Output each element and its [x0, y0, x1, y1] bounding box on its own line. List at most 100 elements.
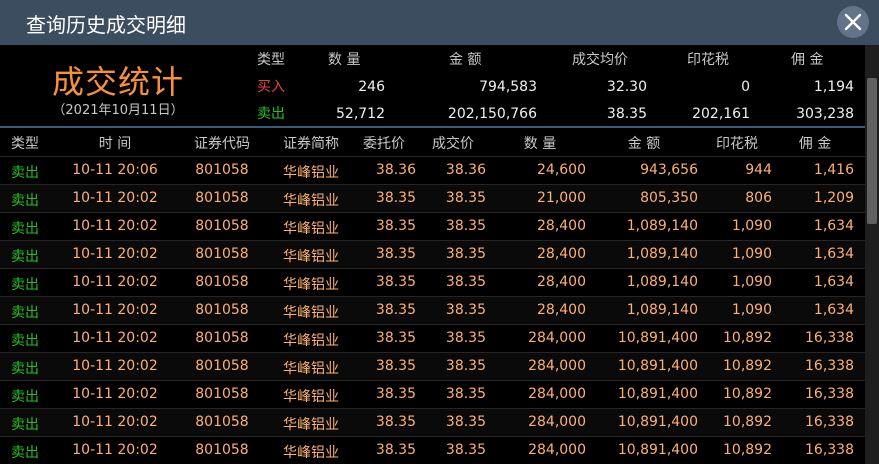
- cell-qty: 28,400: [537, 218, 586, 234]
- summary-buy-type: 买入: [257, 79, 285, 95]
- cell-code: 801058: [195, 330, 249, 346]
- cell-deal-price: 38.35: [445, 190, 486, 206]
- table-row[interactable]: 卖出 10-11 20:02 801058 华峰铝业 38.35 38.35 2…: [0, 436, 865, 464]
- column-header-deal-price[interactable]: 成交价: [420, 133, 486, 153]
- cell-order-price: 38.35: [375, 358, 416, 374]
- cell-name: 华峰铝业: [283, 361, 339, 377]
- table-row[interactable]: 卖出 10-11 20:02 801058 华峰铝业 38.35 38.35 2…: [0, 296, 865, 324]
- cell-amount: 1,089,140: [626, 302, 698, 318]
- cell-type: 卖出: [11, 249, 39, 265]
- summary-header-stamp: 印花税: [687, 52, 729, 68]
- summary-sell-commission: 303,238: [796, 106, 854, 122]
- cell-name: 华峰铝业: [283, 249, 339, 265]
- summary-heading: 成交统计: [51, 63, 184, 101]
- cell-time: 10-11 20:06: [72, 162, 158, 178]
- window-title: 查询历史成交明细: [26, 13, 186, 37]
- cell-time: 10-11 20:02: [72, 330, 158, 346]
- cell-qty: 24,600: [537, 162, 586, 178]
- cell-stamp: 806: [745, 190, 772, 206]
- table-row[interactable]: 卖出 10-11 20:02 801058 华峰铝业 38.35 38.35 2…: [0, 184, 865, 212]
- scrollbar-thumb[interactable]: [867, 78, 877, 224]
- summary-buy-amount: 794,583: [479, 79, 537, 95]
- cell-qty: 28,400: [537, 302, 586, 318]
- table-row[interactable]: 卖出 10-11 20:02 801058 华峰铝业 38.35 38.35 2…: [0, 324, 865, 352]
- table-row[interactable]: 卖出 10-11 20:06 801058 华峰铝业 38.36 38.36 2…: [0, 156, 865, 184]
- column-header-time[interactable]: 时 间: [54, 133, 176, 153]
- cell-commission: 1,634: [813, 246, 854, 262]
- cell-commission: 1,634: [813, 274, 854, 290]
- column-header-stamp[interactable]: 印花税: [702, 133, 772, 153]
- cell-stamp: 944: [745, 162, 772, 178]
- cell-name: 华峰铝业: [283, 445, 339, 461]
- cell-amount: 943,656: [640, 162, 698, 178]
- column-header-amount[interactable]: 金 额: [590, 133, 698, 153]
- cell-order-price: 38.35: [375, 246, 416, 262]
- cell-code: 801058: [195, 386, 249, 402]
- cell-time: 10-11 20:02: [72, 274, 158, 290]
- table-row[interactable]: 卖出 10-11 20:02 801058 华峰铝业 38.35 38.35 2…: [0, 352, 865, 380]
- cell-stamp: 10,892: [723, 330, 772, 346]
- cell-commission: 16,338: [805, 442, 854, 458]
- cell-order-price: 38.35: [375, 386, 416, 402]
- cell-amount: 10,891,400: [617, 386, 698, 402]
- cell-commission: 1,634: [813, 218, 854, 234]
- table-row[interactable]: 卖出 10-11 20:02 801058 华峰铝业 38.35 38.35 2…: [0, 380, 865, 408]
- summary-buy-commission: 1,194: [813, 79, 854, 95]
- cell-deal-price: 38.36: [445, 162, 486, 178]
- cell-time: 10-11 20:02: [72, 386, 158, 402]
- cell-stamp: 10,892: [723, 386, 772, 402]
- table-row[interactable]: 卖出 10-11 20:02 801058 华峰铝业 38.35 38.35 2…: [0, 408, 865, 436]
- cell-time: 10-11 20:02: [72, 414, 158, 430]
- cell-deal-price: 38.35: [445, 246, 486, 262]
- cell-order-price: 38.35: [375, 302, 416, 318]
- column-header-commission[interactable]: 佣 金: [776, 133, 854, 153]
- cell-order-price: 38.35: [375, 442, 416, 458]
- column-header-name[interactable]: 证券简称: [270, 133, 352, 153]
- summary-date: （2021年10月11日）: [52, 103, 184, 118]
- column-header-type[interactable]: 类型: [11, 133, 51, 153]
- column-header-code[interactable]: 证券代码: [180, 133, 264, 153]
- table-row[interactable]: 卖出 10-11 20:02 801058 华峰铝业 38.35 38.35 2…: [0, 268, 865, 296]
- cell-code: 801058: [195, 246, 249, 262]
- cell-deal-price: 38.35: [445, 302, 486, 318]
- cell-qty: 284,000: [528, 330, 586, 346]
- cell-code: 801058: [195, 358, 249, 374]
- column-header-order-price[interactable]: 委托价: [352, 133, 416, 153]
- cell-time: 10-11 20:02: [72, 246, 158, 262]
- cell-order-price: 38.35: [375, 274, 416, 290]
- cell-amount: 805,350: [640, 190, 698, 206]
- cell-code: 801058: [195, 162, 249, 178]
- cell-order-price: 38.36: [375, 162, 416, 178]
- cell-name: 华峰铝业: [283, 389, 339, 405]
- cell-code: 801058: [195, 414, 249, 430]
- title-bar[interactable]: 查询历史成交明细: [0, 0, 879, 45]
- column-header-qty[interactable]: 数 量: [494, 133, 586, 153]
- cell-type: 卖出: [11, 221, 39, 237]
- cell-order-price: 38.35: [375, 414, 416, 430]
- cell-stamp: 1,090: [731, 274, 772, 290]
- summary-panel: 成交统计 （2021年10月11日） 类型 数 量 金 额 成交均价 印花税 佣…: [0, 45, 865, 126]
- cell-order-price: 38.35: [375, 330, 416, 346]
- summary-buy-stamp: 0: [741, 79, 750, 95]
- summary-header-amount: 金 额: [449, 52, 482, 68]
- summary-header-commission: 佣 金: [791, 52, 824, 68]
- cell-type: 卖出: [11, 333, 39, 349]
- cell-type: 卖出: [11, 165, 39, 181]
- cell-type: 卖出: [11, 445, 39, 461]
- cell-deal-price: 38.35: [445, 330, 486, 346]
- cell-deal-price: 38.35: [445, 442, 486, 458]
- cell-stamp: 10,892: [723, 414, 772, 430]
- table-row[interactable]: 卖出 10-11 20:02 801058 华峰铝业 38.35 38.35 2…: [0, 212, 865, 240]
- cell-stamp: 1,090: [731, 218, 772, 234]
- cell-qty: 284,000: [528, 386, 586, 402]
- summary-header-qty: 数 量: [328, 52, 361, 68]
- cell-commission: 16,338: [805, 358, 854, 374]
- cell-amount: 1,089,140: [626, 274, 698, 290]
- close-button[interactable]: [837, 6, 869, 38]
- vertical-scrollbar[interactable]: [865, 45, 879, 464]
- cell-deal-price: 38.35: [445, 358, 486, 374]
- table-row[interactable]: 卖出 10-11 20:02 801058 华峰铝业 38.35 38.35 2…: [0, 240, 865, 268]
- cell-amount: 10,891,400: [617, 358, 698, 374]
- cell-time: 10-11 20:02: [72, 302, 158, 318]
- cell-time: 10-11 20:02: [72, 190, 158, 206]
